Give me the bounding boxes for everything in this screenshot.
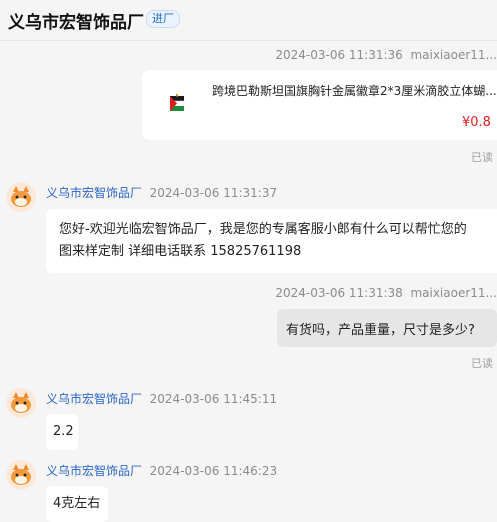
message-bubble: 有货吗，产品重量，尺寸是多少? xyxy=(277,309,497,347)
read-receipt: 已读 xyxy=(471,151,493,164)
message-meta: 2024-03-06 11:31:36 maixiaoer11... xyxy=(275,48,497,62)
sender-name[interactable]: 义乌市宏智饰品厂 xyxy=(46,392,142,406)
enter-shop-badge[interactable]: 进厂 xyxy=(146,10,180,28)
message-meta: 义乌市宏智饰品厂 2024-03-06 11:45:11 xyxy=(46,390,277,407)
sender-name: maixiaoer11... xyxy=(410,286,497,300)
read-receipt: 已读 xyxy=(471,357,493,370)
palestine-flag-pin-icon xyxy=(169,94,185,111)
product-title: 跨境巴勒斯坦国旗胸针金属徽章2*3厘米滴胶立体蝴... xyxy=(212,84,497,98)
message-text: 有货吗，产品重量，尺寸是多少? xyxy=(286,323,475,338)
sender-name: maixiaoer11... xyxy=(410,48,497,62)
message-bubble: 4克左右 xyxy=(46,486,108,522)
product-card[interactable]: 跨境巴勒斯坦国旗胸针金属徽章2*3厘米滴胶立体蝴... ¥0.8 xyxy=(142,70,497,140)
orange-cat-avatar-icon[interactable] xyxy=(6,182,36,212)
sender-name[interactable]: 义乌市宏智饰品厂 xyxy=(46,186,142,200)
message-time: 2024-03-06 11:31:36 xyxy=(275,48,403,62)
shop-name-title[interactable]: 义乌市宏智饰品厂 xyxy=(8,8,144,33)
orange-cat-avatar-icon[interactable] xyxy=(6,388,36,418)
message-bubble: 2.2 xyxy=(46,414,78,450)
message-meta: 义乌市宏智饰品厂 2024-03-06 11:31:37 xyxy=(46,184,277,201)
orange-cat-avatar-icon[interactable] xyxy=(6,460,36,490)
message-time: 2024-03-06 11:46:23 xyxy=(149,464,278,478)
message-text: 4克左右 xyxy=(53,496,101,511)
message-time: 2024-03-06 11:31:37 xyxy=(149,186,278,200)
product-price: ¥0.8 xyxy=(462,115,491,130)
message-text-line: 图来样定制 详细电话联系 15825761198 xyxy=(59,244,302,259)
message-time: 2024-03-06 11:45:11 xyxy=(149,392,278,406)
message-time: 2024-03-06 11:31:38 xyxy=(275,286,403,300)
message-meta: 义乌市宏智饰品厂 2024-03-06 11:46:23 xyxy=(46,462,277,479)
sender-name[interactable]: 义乌市宏智饰品厂 xyxy=(46,464,142,478)
message-bubble: 您好-欢迎光临宏智饰品厂，我是您的专属客服小郎有什么可以帮忙您的 图来样定制 详… xyxy=(46,209,497,273)
message-meta: 2024-03-06 11:31:38 maixiaoer11... xyxy=(275,286,497,300)
message-text-line: 您好-欢迎光临宏智饰品厂，我是您的专属客服小郎有什么可以帮忙您的 xyxy=(59,222,467,237)
chat-header: 义乌市宏智饰品厂 进厂 xyxy=(0,0,497,41)
message-text: 2.2 xyxy=(53,424,74,439)
